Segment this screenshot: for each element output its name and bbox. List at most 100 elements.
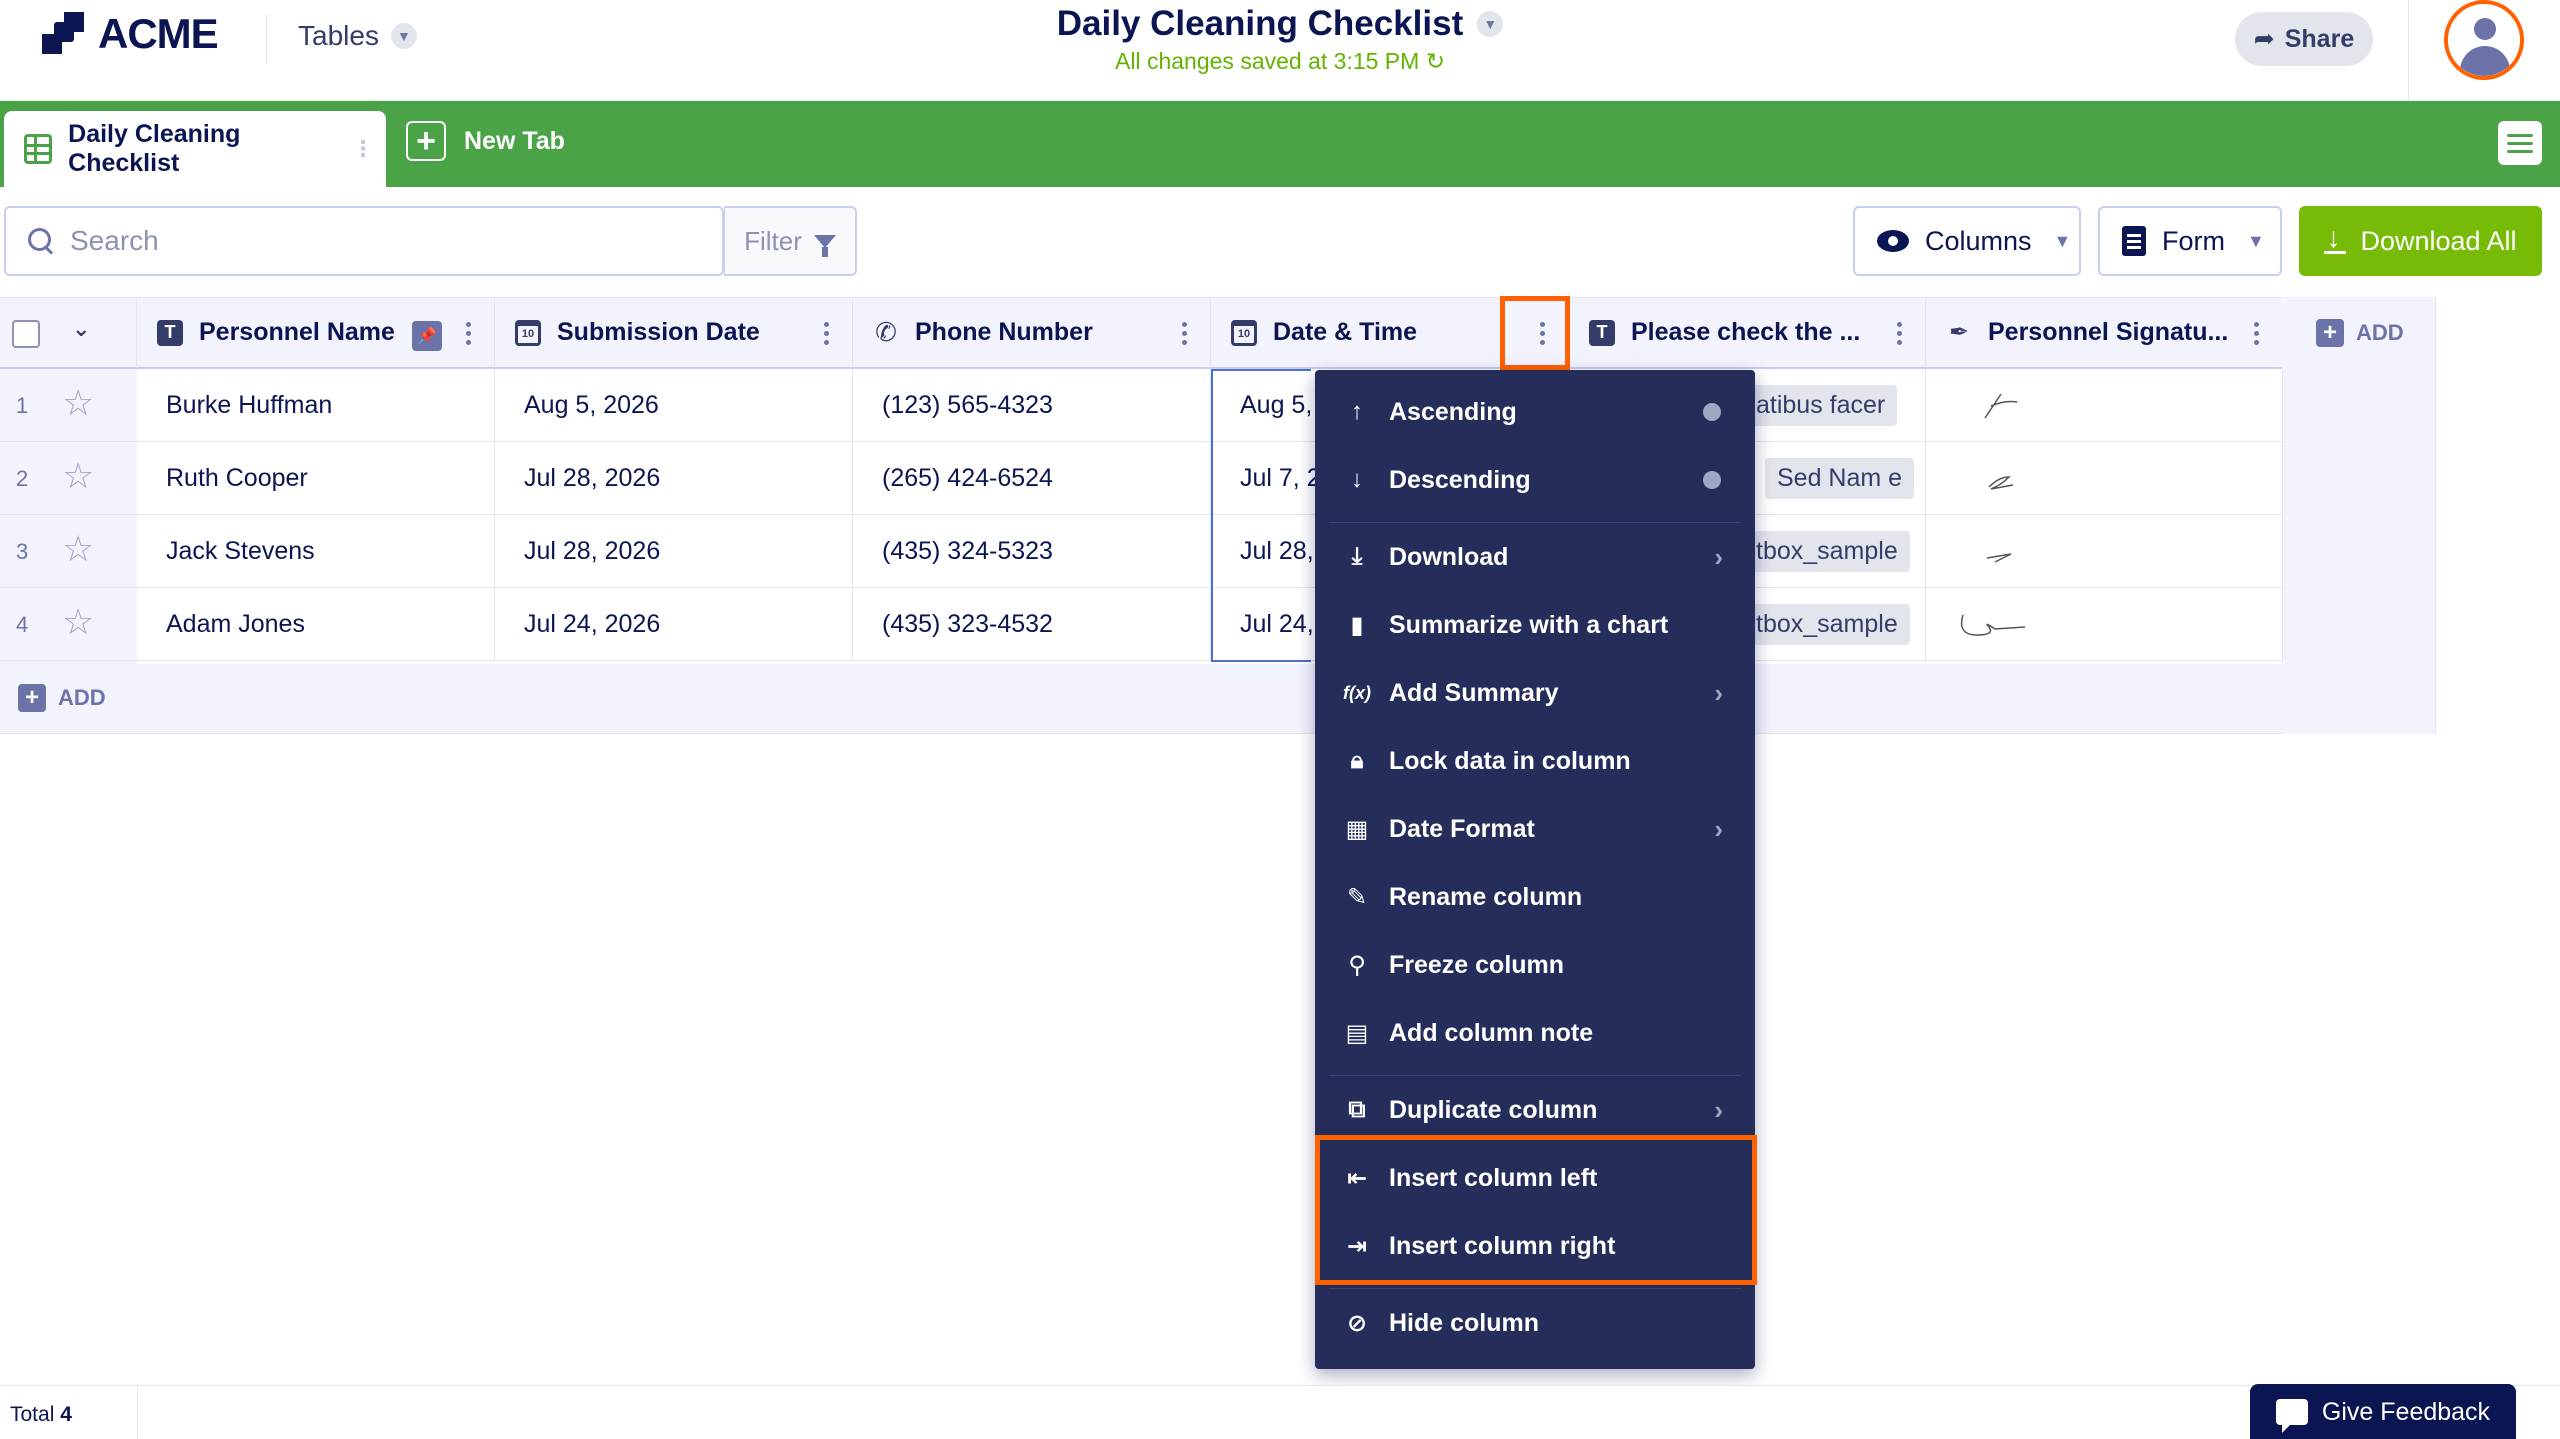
form-icon: [2122, 226, 2146, 256]
filter-label: Filter: [744, 225, 802, 256]
menu-item-duplicate-column[interactable]: ⧉ Duplicate column ›: [1315, 1080, 1755, 1140]
menu-item-summarize-chart[interactable]: ▮ Summarize with a chart: [1315, 595, 1755, 655]
column-menu-icon[interactable]: [1897, 322, 1903, 345]
give-feedback-button[interactable]: Give Feedback: [2250, 1384, 2516, 1439]
menu-item-label: Hide column: [1389, 1308, 1540, 1337]
chevron-down-icon: ▼: [1477, 11, 1504, 37]
cell-personnel-name[interactable]: Jack Stevens: [137, 515, 495, 588]
cell-phone-number[interactable]: (435) 323-4532: [853, 588, 1211, 661]
columns-button[interactable]: Columns ▼: [1853, 206, 2081, 276]
column-header-submission-date[interactable]: 10 Submission Date: [495, 297, 853, 369]
value-chip: tbox_sample: [1744, 604, 1910, 645]
menu-item-lock-data[interactable]: 🔒︎ Lock data in column: [1315, 731, 1755, 791]
share-label: Share: [2284, 24, 2355, 53]
column-header-please-check[interactable]: T Please check the ...: [1569, 297, 1926, 369]
cell-submission-date[interactable]: Jul 28, 2026: [495, 515, 853, 588]
menu-item-label: Duplicate column: [1389, 1095, 1598, 1124]
columns-label: Columns: [1925, 225, 2032, 256]
chevron-down-icon[interactable]: ⌄: [72, 316, 90, 342]
menu-item-label: Lock data in column: [1389, 746, 1631, 775]
menu-divider: [1329, 1075, 1741, 1076]
star-icon[interactable]: ☆: [62, 604, 94, 640]
eye-icon: [1877, 230, 1909, 252]
table-row: 3 ☆ Jack Stevens Jul 28, 2026 (435) 324-…: [0, 515, 2283, 588]
chevron-right-icon: ›: [1714, 1094, 1723, 1125]
hamburger-menu-button[interactable]: [2498, 121, 2542, 165]
cell-personnel-name[interactable]: Ruth Cooper: [137, 442, 495, 515]
column-header-personnel-name[interactable]: T Personnel Name 📌: [137, 297, 495, 369]
doc-title-dropdown[interactable]: Daily Cleaning Checklist ▼: [1057, 4, 1504, 44]
pencil-icon: ✎: [1346, 883, 1368, 911]
cell-phone-number[interactable]: (123) 565-4323: [853, 369, 1211, 442]
signature-image: [1988, 475, 2014, 490]
value-chip: atibus facer: [1744, 385, 1898, 426]
cell-submission-date[interactable]: Jul 24, 2026: [495, 588, 853, 661]
share-button[interactable]: ➦ Share: [2235, 12, 2373, 66]
value-chip: tbox_sample: [1744, 531, 1910, 572]
add-row-button[interactable]: + ADD: [18, 684, 106, 712]
user-avatar[interactable]: [2444, 0, 2524, 80]
total-label: Total: [10, 1403, 55, 1426]
menu-item-hide-column[interactable]: ⊘ Hide column: [1315, 1293, 1755, 1353]
cell-signature[interactable]: [1926, 442, 2283, 515]
chevron-down-icon: ▼: [2053, 230, 2072, 251]
menu-item-add-summary[interactable]: f(x) Add Summary ›: [1315, 663, 1755, 723]
column-menu-icon[interactable]: [2254, 322, 2260, 345]
star-icon[interactable]: ☆: [62, 385, 94, 421]
add-row-bar: + ADD: [0, 664, 2282, 734]
menu-item-rename-column[interactable]: ✎ Rename column: [1315, 867, 1755, 927]
column-header-personnel-signature[interactable]: ✒ Personnel Signatu...: [1926, 297, 2283, 369]
cell-phone-number[interactable]: (435) 324-5323: [853, 515, 1211, 588]
arrow-down-icon: ↓: [1351, 466, 1363, 493]
filter-button[interactable]: Filter: [724, 206, 857, 276]
cell-signature[interactable]: [1926, 369, 2283, 442]
table-row: 1 ☆ Burke Huffman Aug 5, 2026 (123) 565-…: [0, 369, 2283, 442]
signature-icon: ✒: [1948, 319, 1970, 346]
selected-column-outline: [1211, 369, 1311, 662]
footer-divider: [137, 1386, 138, 1439]
column-menu-icon[interactable]: [466, 322, 472, 345]
form-button[interactable]: Form ▼: [2098, 206, 2282, 276]
cell-phone-number[interactable]: (265) 424-6524: [853, 442, 1211, 515]
menu-item-label: Ascending: [1389, 397, 1517, 426]
cell-personnel-name[interactable]: Burke Huffman: [137, 369, 495, 442]
duplicate-icon: ⧉: [1348, 1096, 1366, 1123]
menu-item-label: Add column note: [1389, 1018, 1594, 1047]
chevron-right-icon: ›: [1714, 541, 1723, 572]
share-arrow-icon: ➦: [2253, 25, 2275, 53]
column-header-label: Personnel Name: [199, 318, 395, 346]
tab-daily-cleaning-checklist[interactable]: Daily Cleaning Checklist ⋮: [4, 111, 386, 187]
menu-item-ascending[interactable]: ↑ Ascending: [1315, 382, 1755, 442]
menu-item-date-format[interactable]: ▦ Date Format ›: [1315, 799, 1755, 859]
add-column-button[interactable]: + ADD: [2316, 319, 2404, 347]
select-all-checkbox[interactable]: [12, 320, 40, 348]
menu-item-download[interactable]: ⤓ Download ›: [1315, 527, 1755, 587]
column-menu-icon[interactable]: [824, 322, 830, 345]
cell-submission-date[interactable]: Jul 28, 2026: [495, 442, 853, 515]
new-tab-button[interactable]: + New Tab: [406, 121, 565, 161]
search-input[interactable]: [70, 225, 710, 257]
add-column-label: ADD: [2356, 320, 2404, 345]
star-icon[interactable]: ☆: [62, 531, 94, 567]
cell-signature[interactable]: [1926, 588, 2283, 661]
menu-item-add-column-note[interactable]: ▤ Add column note: [1315, 1003, 1755, 1063]
download-all-button[interactable]: Download All: [2299, 206, 2542, 276]
tab-options-icon[interactable]: ⋮: [352, 136, 374, 162]
chevron-down-icon: ▼: [2247, 230, 2265, 251]
menu-item-freeze-column[interactable]: ⚲ Freeze column: [1315, 935, 1755, 995]
signature-image: [1984, 393, 2018, 418]
signature-image: [1986, 552, 2012, 563]
cell-signature[interactable]: [1926, 515, 2283, 588]
star-icon[interactable]: ☆: [62, 458, 94, 494]
pin-icon: ⚲: [1348, 951, 1366, 979]
table-footer: Total 4: [0, 1385, 2560, 1439]
column-header-phone-number[interactable]: ✆ Phone Number: [853, 297, 1211, 369]
text-icon: T: [157, 319, 183, 346]
cell-submission-date[interactable]: Aug 5, 2026: [495, 369, 853, 442]
phone-icon: ✆: [875, 317, 897, 347]
calendar-icon: ▦: [1345, 815, 1369, 843]
pin-icon[interactable]: 📌: [412, 321, 442, 351]
menu-item-descending[interactable]: ↓ Descending: [1315, 450, 1755, 510]
column-menu-icon[interactable]: [1182, 322, 1188, 345]
cell-personnel-name[interactable]: Adam Jones: [137, 588, 495, 661]
